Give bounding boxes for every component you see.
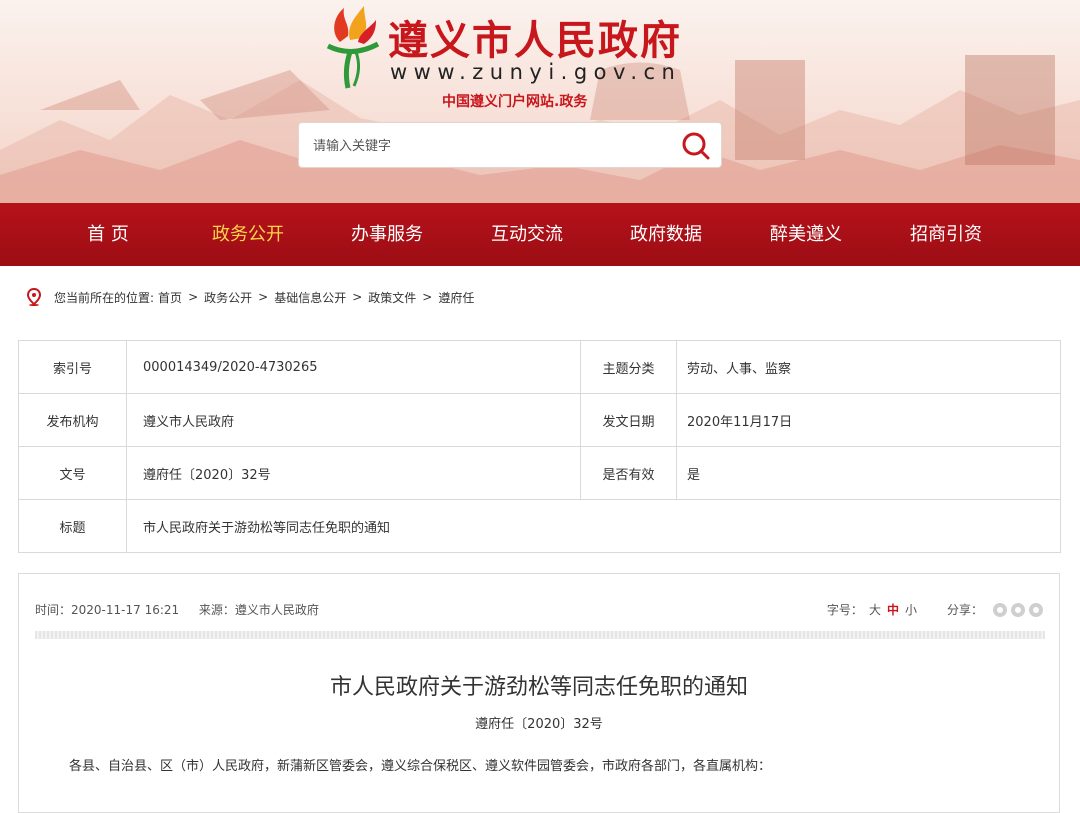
document-meta-table: 索引号 000014349/2020-4730265 主题分类 劳动、人事、监察…: [18, 340, 1061, 553]
meta-value-topic: 劳动、人事、监察: [676, 340, 1061, 394]
time-value: 2020-11-17 16:21: [71, 603, 180, 617]
qzone-icon[interactable]: [993, 602, 1007, 617]
breadcrumb-link-gov-affairs[interactable]: 政务公开: [204, 289, 252, 306]
meta-value-docno: 遵府任〔2020〕32号: [126, 446, 581, 500]
search-input[interactable]: [311, 133, 675, 159]
breadcrumb-separator: >: [422, 290, 433, 304]
meta-label-docno: 文号: [18, 446, 127, 500]
torch-logo: [326, 6, 380, 89]
breadcrumb-prefix: 您当前所在的位置:: [54, 290, 155, 305]
font-size-large[interactable]: 大: [869, 601, 881, 618]
article-tools: 字号： 大 中 小 分享：: [827, 601, 1043, 618]
meta-label-issuer: 发布机构: [18, 393, 127, 447]
meta-value-valid: 是: [676, 446, 1061, 500]
article-divider: [35, 631, 1045, 639]
meta-label-valid: 是否有效: [580, 446, 677, 500]
article-container: 时间：2020-11-17 16:21 来源：遵义市人民政府 字号： 大 中 小…: [18, 573, 1060, 813]
meta-value-index: 000014349/2020-4730265: [126, 340, 581, 394]
nav-item-services[interactable]: 办事服务: [327, 203, 447, 266]
share-label: 分享：: [946, 603, 983, 617]
article-doc-number: 遵府任〔2020〕32号: [475, 717, 603, 732]
breadcrumb-link-basic-info[interactable]: 基础信息公开: [274, 289, 346, 306]
meta-label-date: 发文日期: [580, 393, 677, 447]
site-url: www.zunyi.gov.cn: [390, 60, 682, 84]
nav-item-beautiful-zunyi[interactable]: 醉美遵义: [746, 203, 866, 266]
time-label: 时间：: [35, 603, 72, 617]
site-header: 遵义市人民政府 www.zunyi.gov.cn 中国遵义门户网站.政务: [0, 0, 1080, 203]
font-size-small[interactable]: 小: [905, 601, 917, 618]
nav-item-interaction[interactable]: 互动交流: [467, 203, 587, 266]
meta-row: 文号 遵府任〔2020〕32号 是否有效 是: [18, 446, 1061, 500]
meta-label-index: 索引号: [18, 340, 127, 394]
source-value: 遵义市人民政府: [234, 603, 319, 617]
article-body-first-line: 各县、自治县、区（市）人民政府，新蒲新区管委会，遵义综合保税区、遵义软件园管委会…: [69, 759, 772, 774]
nav-item-home[interactable]: 首 页: [48, 203, 168, 266]
search-box: [298, 122, 722, 168]
search-icon[interactable]: [679, 129, 713, 163]
article-title: 市人民政府关于游劲松等同志任免职的通知: [329, 675, 748, 700]
breadcrumb: 您当前所在的位置: 首页 > 政务公开 > 基础信息公开 > 政策文件 > 遵府…: [26, 288, 474, 306]
location-pin-icon: [26, 288, 42, 306]
meta-value-issuer: 遵义市人民政府: [126, 393, 581, 447]
nav-item-gov-affairs[interactable]: 政务公开: [188, 203, 308, 266]
weibo-icon[interactable]: [1011, 602, 1025, 617]
breadcrumb-link-home[interactable]: 首页: [158, 289, 182, 306]
main-nav: 首 页 政务公开 办事服务 互动交流 政府数据 醉美遵义 招商引资: [0, 203, 1080, 266]
site-title: 遵义市人民政府: [388, 18, 682, 64]
meta-label-title: 标题: [18, 499, 127, 553]
wechat-icon[interactable]: [1029, 602, 1043, 617]
source-label: 来源：: [198, 603, 235, 617]
site-subtitle: 中国遵义门户网站.政务: [442, 94, 588, 110]
nav-item-investment[interactable]: 招商引资: [886, 203, 1006, 266]
meta-row: 标题 市人民政府关于游劲松等同志任免职的通知: [18, 499, 1061, 553]
meta-value-title: 市人民政府关于游劲松等同志任免职的通知: [126, 499, 1061, 553]
meta-row: 发布机构 遵义市人民政府 发文日期 2020年11月17日: [18, 393, 1061, 447]
meta-value-date: 2020年11月17日: [676, 393, 1061, 447]
breadcrumb-separator: >: [188, 290, 199, 304]
meta-row: 索引号 000014349/2020-4730265 主题分类 劳动、人事、监察: [18, 340, 1061, 394]
breadcrumb-link-policy-docs[interactable]: 政策文件: [368, 289, 416, 306]
article-info: 时间：2020-11-17 16:21 来源：遵义市人民政府: [35, 601, 319, 618]
breadcrumb-link-current[interactable]: 遵府任: [438, 289, 474, 306]
breadcrumb-separator: >: [352, 290, 363, 304]
nav-item-gov-data[interactable]: 政府数据: [606, 203, 726, 266]
font-size-medium[interactable]: 中: [887, 601, 899, 618]
meta-label-topic: 主题分类: [580, 340, 677, 394]
breadcrumb-separator: >: [258, 290, 269, 304]
font-size-label: 字号：: [826, 603, 863, 617]
